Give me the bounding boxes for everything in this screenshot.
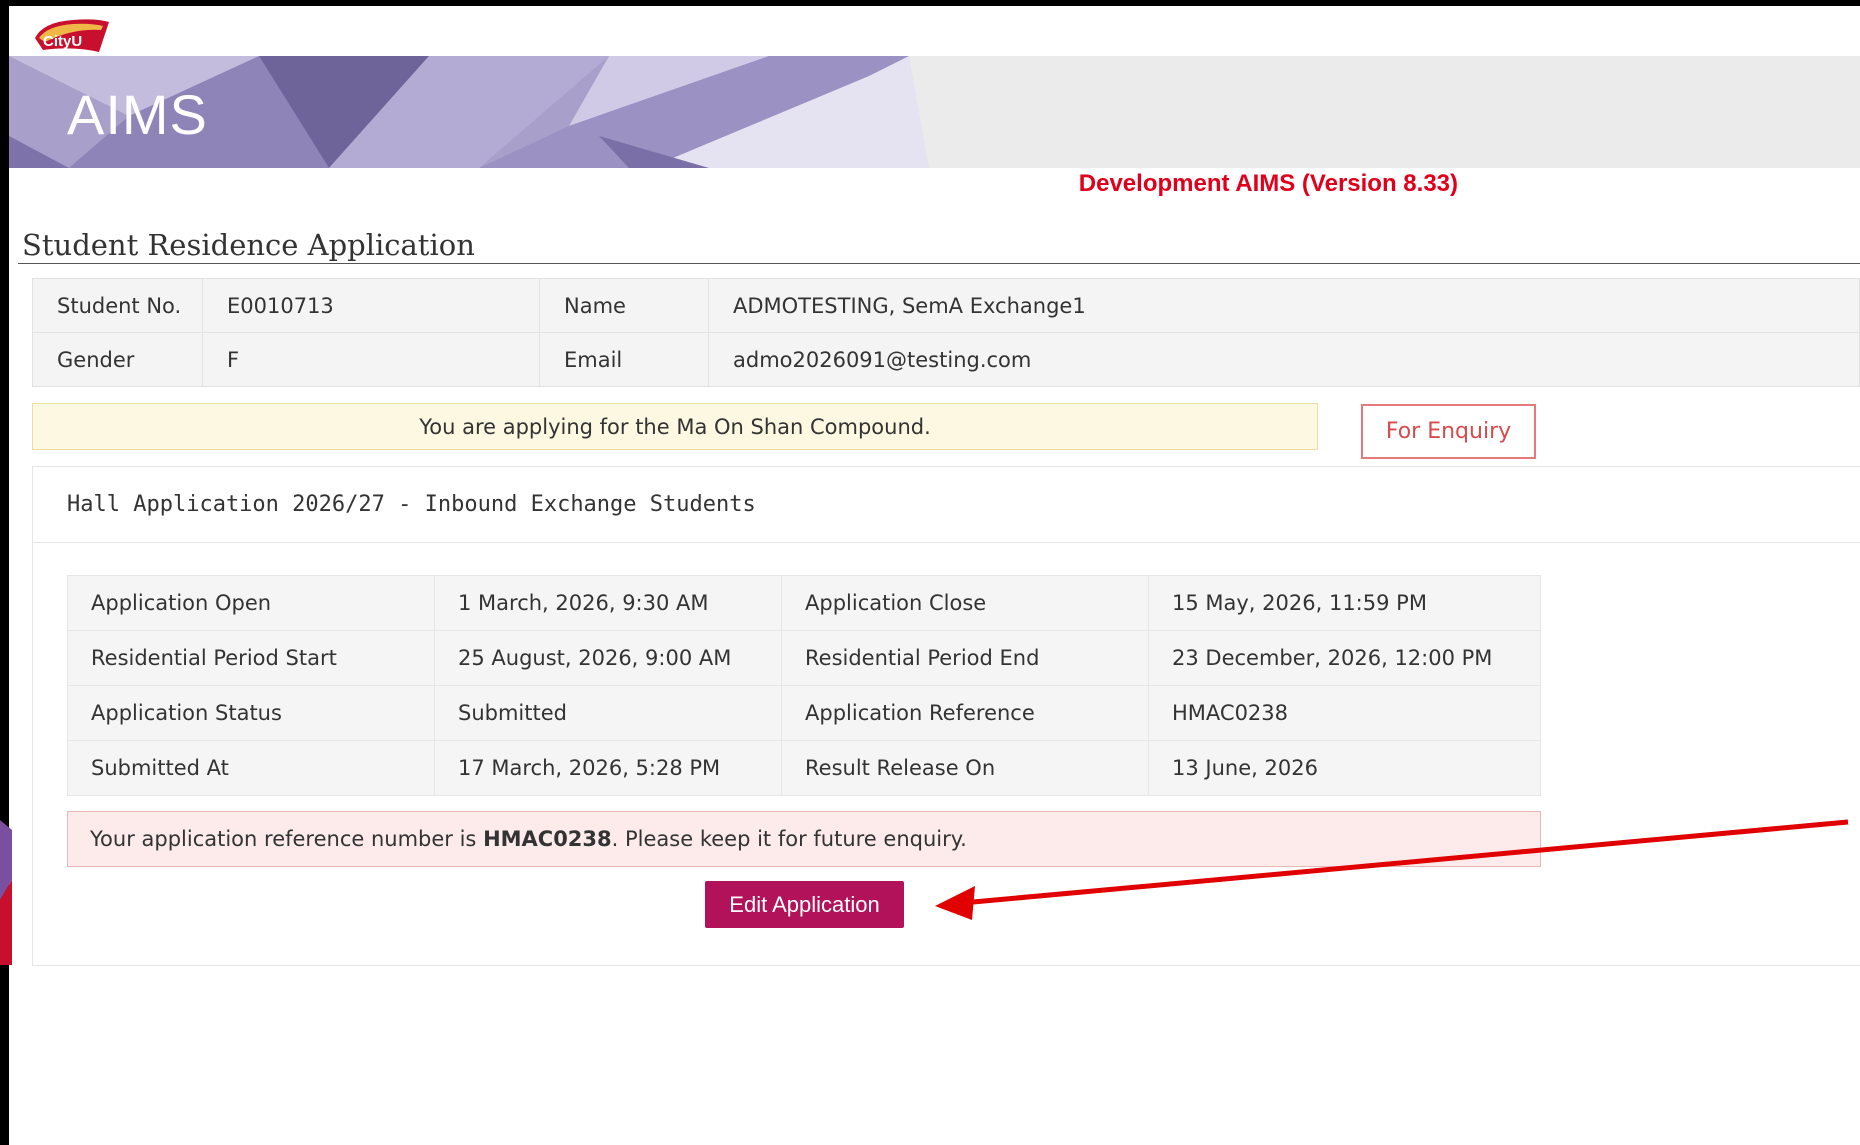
cityu-logo[interactable]: CityU <box>33 16 111 56</box>
header-banner: AIMS <box>9 56 1860 168</box>
application-heading: Hall Application 2026/27 - Inbound Excha… <box>67 492 756 517</box>
name-label: Name <box>539 278 709 333</box>
detail-label: Residential Period Start <box>67 630 435 686</box>
side-accent-decoration <box>0 820 12 965</box>
gender-value: F <box>202 332 540 387</box>
name-value: ADMOTESTING, SemA Exchange1 <box>708 278 1860 333</box>
alert-prefix: Your application reference number is <box>90 827 484 851</box>
logo-text: CityU <box>43 33 82 50</box>
panel-heading: Hall Application 2026/27 - Inbound Excha… <box>33 467 1860 543</box>
student-info-table: Student No. E0010713 Name ADMOTESTING, S… <box>32 278 1860 387</box>
detail-label: Residential Period End <box>781 630 1149 686</box>
application-details-table: Application Open 1 March, 2026, 9:30 AM … <box>67 575 1541 796</box>
gender-label: Gender <box>32 332 203 387</box>
detail-label: Application Open <box>67 575 435 631</box>
detail-label: Application Close <box>781 575 1149 631</box>
compound-notice: You are applying for the Ma On Shan Comp… <box>32 403 1318 450</box>
detail-value: 23 December, 2026, 12:00 PM <box>1148 630 1541 686</box>
table-row: Student No. E0010713 Name ADMOTESTING, S… <box>32 278 1860 333</box>
detail-value: 17 March, 2026, 5:28 PM <box>434 740 782 796</box>
table-row: Gender F Email admo2026091@testing.com <box>32 332 1860 387</box>
detail-value: 1 March, 2026, 9:30 AM <box>434 575 782 631</box>
detail-value: 13 June, 2026 <box>1148 740 1541 796</box>
email-label: Email <box>539 332 709 387</box>
detail-value: HMAC0238 <box>1148 685 1541 741</box>
table-row: Application Status Submitted Application… <box>67 685 1541 741</box>
detail-value: 15 May, 2026, 11:59 PM <box>1148 575 1541 631</box>
for-enquiry-button[interactable]: For Enquiry <box>1361 404 1536 459</box>
banner-polygon-art <box>9 56 929 168</box>
table-row: Application Open 1 March, 2026, 9:30 AM … <box>67 575 1541 631</box>
top-bar: CityU <box>9 6 1860 56</box>
edit-application-button[interactable]: Edit Application <box>705 881 904 928</box>
email-value: admo2026091@testing.com <box>708 332 1860 387</box>
page-title: Student Residence Application <box>22 228 475 262</box>
title-divider <box>18 263 1860 264</box>
table-row: Submitted At 17 March, 2026, 5:28 PM Res… <box>67 740 1541 796</box>
detail-label: Result Release On <box>781 740 1149 796</box>
detail-value: Submitted <box>434 685 782 741</box>
student-no-value: E0010713 <box>202 278 540 333</box>
alert-reference-number: HMAC0238 <box>483 827 612 851</box>
student-no-label: Student No. <box>32 278 203 333</box>
table-row: Residential Period Start 25 August, 2026… <box>67 630 1541 686</box>
reference-alert: Your application reference number is HMA… <box>67 811 1541 867</box>
detail-label: Application Status <box>67 685 435 741</box>
version-label: Development AIMS (Version 8.33) <box>1078 170 1458 197</box>
app-title: AIMS <box>67 83 208 146</box>
detail-label: Submitted At <box>67 740 435 796</box>
alert-suffix: . Please keep it for future enquiry. <box>611 827 967 851</box>
detail-value: 25 August, 2026, 9:00 AM <box>434 630 782 686</box>
detail-label: Application Reference <box>781 685 1149 741</box>
